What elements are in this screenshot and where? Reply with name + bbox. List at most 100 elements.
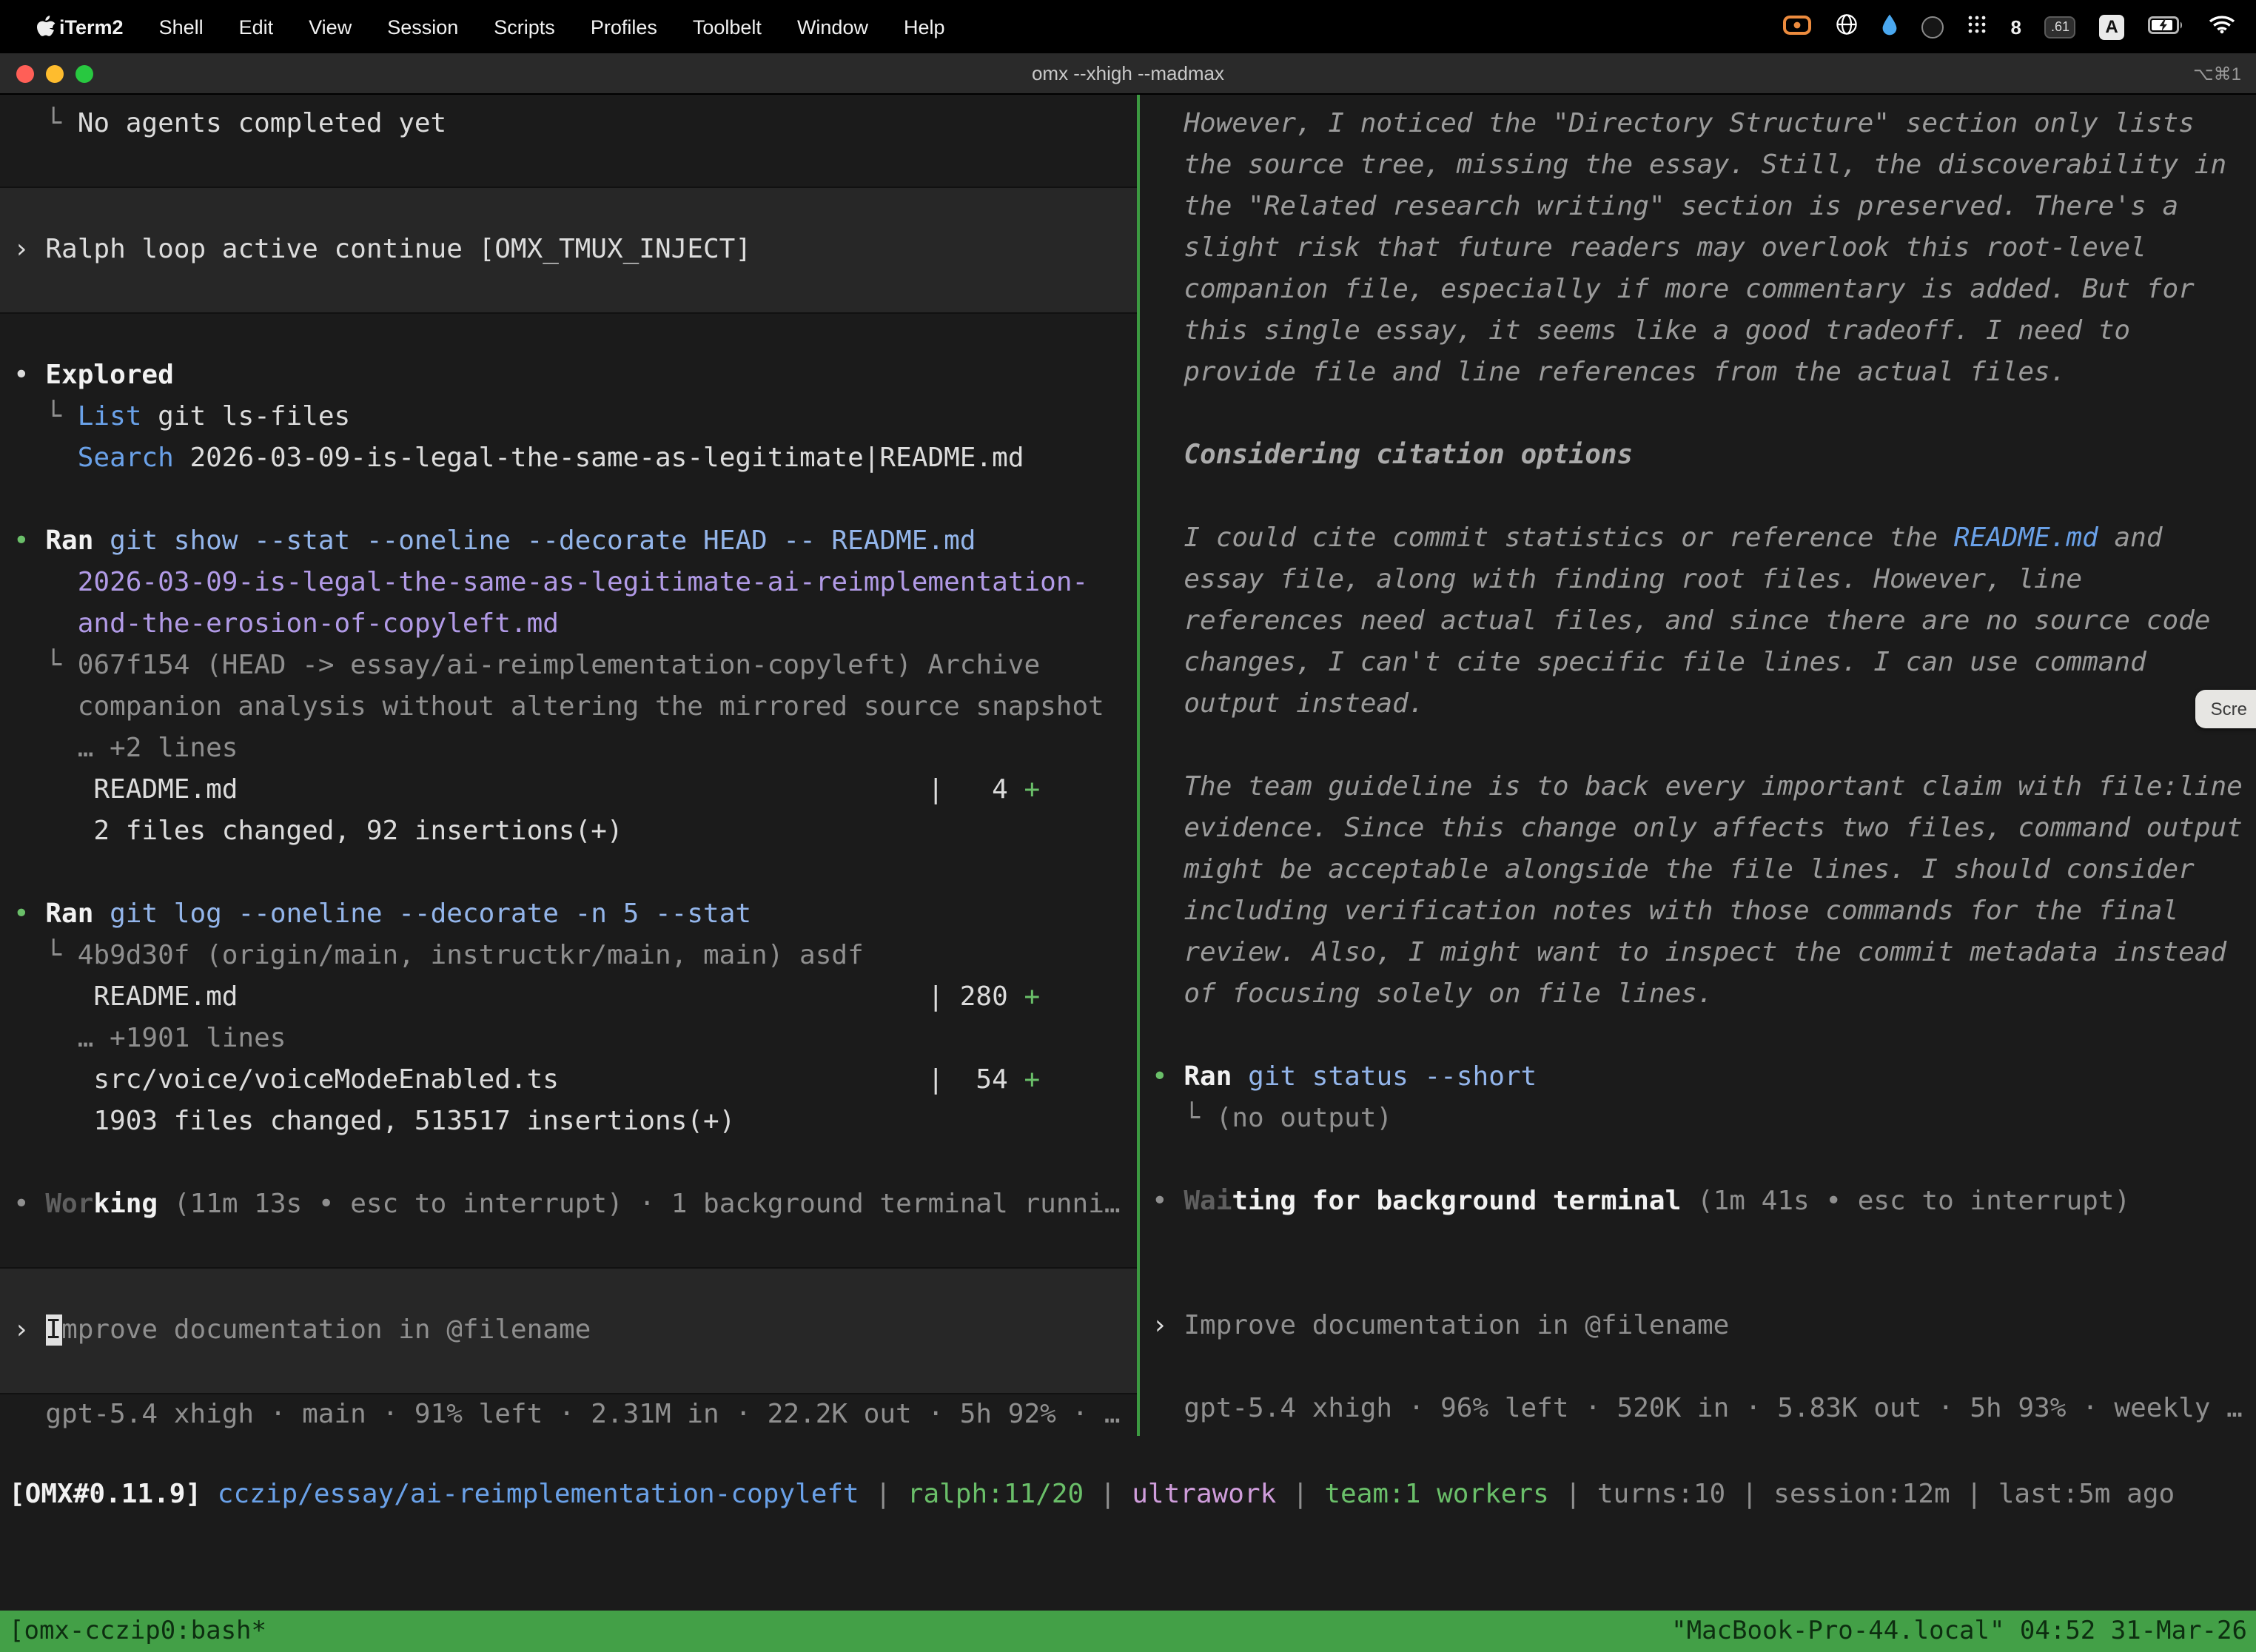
menu-item-help[interactable]: Help <box>904 16 945 38</box>
blank-line <box>1152 477 2256 518</box>
terminal-line: └ 4b9d30f (origin/main, instructkr/main,… <box>13 936 1137 977</box>
screen-recording-indicator[interactable] <box>1783 14 1813 39</box>
blank-line <box>1152 1347 2256 1389</box>
terminal-line: • Ran git log --oneline --decorate -n 5 … <box>13 894 1137 936</box>
blank-line <box>1152 1223 2256 1264</box>
terminal-line: of focusing solely on file lines. <box>1152 974 2256 1015</box>
right-terminal-pane[interactable]: However, I noticed the "Directory Struct… <box>1140 95 2256 1436</box>
terminal-line: • Ran git status --short <box>1152 1057 2256 1098</box>
blank-line <box>1152 1015 2256 1057</box>
terminal-line: └ No agents completed yet <box>13 104 1137 145</box>
wifi-icon[interactable] <box>2209 15 2235 38</box>
tmux-session-label: [omx-cczip0:bash* <box>9 1616 266 1646</box>
terminal-line: src/voice/voiceModeEnabled.ts | 54 + <box>13 1060 1137 1101</box>
terminal-line: review. Also, I might want to inspect th… <box>1152 933 2256 974</box>
terminal-line: references need actual files, and since … <box>1152 601 2256 642</box>
terminal-line: essay file, along with finding root file… <box>1152 560 2256 601</box>
terminal-line: README.md | 280 + <box>13 977 1137 1018</box>
ralph-loop-banner: › Ralph loop active continue [OMX_TMUX_I… <box>0 187 1137 314</box>
left-terminal-pane[interactable]: └ No agents completed yet › Ralph loop ac… <box>0 95 1137 1436</box>
terminal-line: However, I noticed the "Directory Struct… <box>1152 104 2256 145</box>
blank-line <box>13 480 1137 521</box>
tmux-host-clock: "MacBook-Pro-44.local" 04:52 31-Mar-26 <box>1671 1616 2247 1646</box>
zoom-button[interactable] <box>75 64 93 82</box>
terminal-line: slight risk that future readers may over… <box>1152 228 2256 269</box>
omx-status-bar: [OMX#0.11.9] cczip/essay/ai-reimplementa… <box>0 1474 2256 1516</box>
terminal-line: output instead. <box>1152 684 2256 725</box>
minimize-button[interactable] <box>46 64 64 82</box>
menu-item-window[interactable]: Window <box>797 16 868 38</box>
terminal-line: evidence. Since this change only affects… <box>1152 808 2256 850</box>
macos-menu-bar: iTerm2 Shell Edit View Session Scripts Profile… <box>0 0 2256 53</box>
terminal-line: the source tree, missing the essay. Stil… <box>1152 145 2256 187</box>
water-drop-icon[interactable] <box>1882 13 1899 40</box>
screen-overlay-tab[interactable]: Scre <box>2196 690 2256 728</box>
menu-items: iTerm2 Shell Edit View Session Scripts Profile… <box>59 16 945 38</box>
terminal-line: the "Related research writing" section i… <box>1152 187 2256 228</box>
menu-item-shell[interactable]: Shell <box>159 16 204 38</box>
terminal-line: … +2 lines <box>13 728 1137 770</box>
waiting-status: • Waiting for background terminal (1m 41… <box>1152 1181 2256 1223</box>
terminal-line: └ List git ls-files <box>13 397 1137 438</box>
prompt-input[interactable]: › Improve documentation in @filename <box>1152 1306 2256 1347</box>
blank-line <box>1152 394 2256 435</box>
window-title-bar[interactable]: omx --xhigh --madmax ⌥⌘1 <box>0 53 2256 95</box>
blank-line <box>1152 725 2256 767</box>
terminal-line: 2026-03-09-is-legal-the-same-as-legitima… <box>13 563 1137 604</box>
terminal-line: provide file and line references from th… <box>1152 352 2256 394</box>
menu-item-view[interactable]: View <box>309 16 352 38</box>
battery-icon[interactable] <box>2148 16 2185 38</box>
window-title: omx --xhigh --madmax <box>0 62 2256 84</box>
terminal-line: companion file, especially if more comme… <box>1152 269 2256 311</box>
terminal-bottom-space <box>0 1516 2256 1611</box>
meter-badge-icon[interactable]: .61 <box>2045 16 2075 38</box>
terminal-line: might be acceptable alongside the file l… <box>1152 850 2256 891</box>
terminal-line: I could cite commit statistics or refere… <box>1152 518 2256 560</box>
menu-item-profiles[interactable]: Profiles <box>591 16 657 38</box>
traffic-lights <box>0 64 93 82</box>
terminal-line: 1903 files changed, 513517 insertions(+) <box>13 1101 1137 1143</box>
tmux-status-bar: [omx-cczip0:bash* "MacBook-Pro-44.local"… <box>0 1611 2256 1652</box>
apple-menu-icon[interactable] <box>36 14 56 39</box>
blank-line <box>13 1143 1137 1184</box>
blank-line <box>13 314 1137 355</box>
terminal-panes: └ No agents completed yet › Ralph loop ac… <box>0 95 2256 1436</box>
terminal-line: companion analysis without altering the … <box>13 687 1137 728</box>
terminal-line: The team guideline is to back every impo… <box>1152 767 2256 808</box>
terminal-line: 2 files changed, 92 insertions(+) <box>13 811 1137 853</box>
terminal-line: • Explored <box>13 355 1137 397</box>
session-status-line: gpt-5.4 xhigh · 96% left · 520K in · 5.8… <box>1152 1389 2256 1430</box>
menu-bar-status-icons: 8 .61 A <box>1783 13 2236 40</box>
thinking-heading: Considering citation options <box>1152 435 2256 477</box>
prompt-input[interactable]: › Improve documentation in @filename <box>0 1267 1137 1394</box>
terminal-line: and-the-erosion-of-copyleft.md <box>13 604 1137 645</box>
blank-line <box>1152 1264 2256 1306</box>
menu-item-session[interactable]: Session <box>387 16 458 38</box>
ralph-loop-banner-line: › Ralph loop active continue [OMX_TMUX_I… <box>13 229 1137 271</box>
terminal-line: README.md | 4 + <box>13 770 1137 811</box>
terminal-line: └ 067f154 (HEAD -> essay/ai-reimplementa… <box>13 645 1137 687</box>
blank-line <box>1152 1140 2256 1181</box>
session-status-line: gpt-5.4 xhigh · main · 91% left · 2.31M … <box>13 1394 1137 1436</box>
menu-item-scripts[interactable]: Scripts <box>494 16 555 38</box>
disc-icon[interactable] <box>1922 16 1944 38</box>
terminal-line: … +1901 lines <box>13 1018 1137 1060</box>
input-source-icon[interactable]: A <box>2099 14 2124 39</box>
dots-grid-icon[interactable] <box>1968 15 1987 38</box>
globe-icon[interactable] <box>1836 13 1859 40</box>
terminal-line: • Ran git show --stat --oneline --decora… <box>13 521 1137 563</box>
close-button[interactable] <box>16 64 34 82</box>
terminal-line: changes, I can't cite specific file line… <box>1152 642 2256 684</box>
prompt-input-line[interactable]: › Improve documentation in @filename <box>13 1310 1137 1352</box>
blank-line <box>13 1226 1137 1267</box>
working-status: • Working (11m 13s • esc to interrupt) ·… <box>13 1184 1137 1226</box>
menu-item-edit[interactable]: Edit <box>239 16 274 38</box>
terminal-line: including verification notes with those … <box>1152 891 2256 933</box>
terminal-line: this single essay, it seems like a good … <box>1152 311 2256 352</box>
terminal-line: Search 2026-03-09-is-legal-the-same-as-l… <box>13 438 1137 480</box>
blank-line <box>13 853 1137 894</box>
menu-item-iterm2[interactable]: iTerm2 <box>59 16 124 38</box>
menu-item-toolbelt[interactable]: Toolbelt <box>693 16 762 38</box>
terminal-line: └ (no output) <box>1152 1098 2256 1140</box>
keyboard-layout-icon[interactable]: 8 <box>2011 16 2021 38</box>
